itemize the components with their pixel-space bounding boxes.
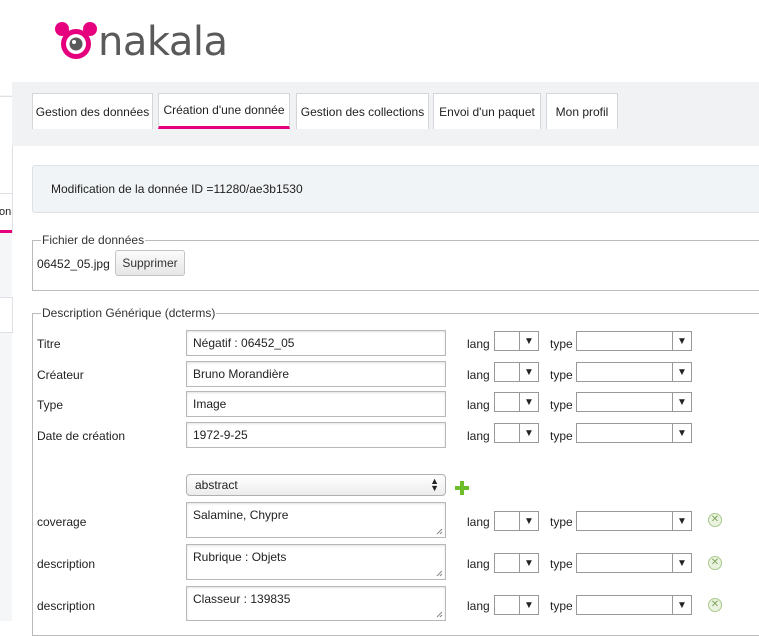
resize-grip-icon[interactable] [436,528,443,535]
type-input[interactable]: Image [186,391,446,417]
type-select[interactable]: ▼ [576,595,692,615]
lang-label: lang [467,398,490,412]
lang-select[interactable]: ▼ [494,595,539,615]
resize-grip-icon[interactable] [436,611,443,618]
tab-creation-donnee[interactable]: Création d'une donnée [158,93,290,129]
title-input[interactable]: Négatif : 06452_05 [186,330,446,356]
caret-down-icon: ▼ [519,332,538,350]
add-field-select[interactable]: abstract ▲ ▼ [186,474,446,496]
field-label: Date de création [37,429,126,443]
caret-down-icon: ▼ [672,332,691,350]
type-select[interactable]: ▼ [576,392,692,412]
caret-down-icon: ▼ [519,424,538,442]
caret-down-icon: ▼ [519,363,538,381]
sidebar-item[interactable]: on [0,193,13,233]
lang-select[interactable]: ▼ [494,511,539,531]
field-label: Titre [37,337,61,351]
delete-file-button[interactable]: Supprimer [115,250,185,276]
tab-envoi-paquet[interactable]: Envoi d'un paquet [433,93,541,129]
edit-info-box: Modification de la donnée ID =11280/ae3b… [32,165,759,213]
caret-down-icon: ▼ [672,363,691,381]
type-label: type [550,429,573,443]
type-select[interactable]: ▼ [576,553,692,573]
type-label: type [550,557,573,571]
type-label: type [550,398,573,412]
remove-circle-icon[interactable]: ✕ [708,513,722,527]
caret-down-icon: ▼ [519,554,538,572]
tab-gestion-collections[interactable]: Gestion des collections [296,93,429,129]
caret-down-icon: ▼ [519,512,538,530]
remove-circle-icon[interactable]: ✕ [708,556,722,570]
type-select[interactable]: ▼ [576,423,692,443]
lang-label: lang [467,557,490,571]
lang-select[interactable]: ▼ [494,553,539,573]
date-input[interactable]: 1972-9-25 [186,422,446,448]
caret-down-icon: ▼ [519,393,538,411]
file-fieldset-legend: Fichier de données [42,233,145,247]
field-label: description [37,557,96,571]
description-textarea[interactable]: Classeur : 139835 [186,586,446,621]
description-textarea[interactable]: Rubrique : Objets [186,544,446,580]
tab-gestion-donnees[interactable]: Gestion des données [32,93,153,129]
field-label: description [37,599,96,613]
lang-label: lang [467,599,490,613]
type-label: type [550,515,573,529]
field-label: Créateur [37,368,84,382]
sidebar-item-label: on [0,206,12,218]
creator-input[interactable]: Bruno Morandière [186,361,446,387]
type-select[interactable]: ▼ [576,331,692,351]
caret-down-icon: ▼ [519,596,538,614]
type-select[interactable]: ▼ [576,511,692,531]
description-value: Classeur : 139835 [193,592,291,606]
lang-select[interactable]: ▼ [494,423,539,443]
type-label: type [550,599,573,613]
add-field-select-value: abstract [195,478,238,492]
brand-logo-text[interactable]: nakala [98,20,228,64]
description-value: Rubrique : Objets [193,550,287,564]
lang-select[interactable]: ▼ [494,392,539,412]
caret-down-icon: ▼ [672,554,691,572]
type-label: type [550,337,573,351]
nakala-mascot-icon[interactable] [54,20,98,64]
sidebar-active-indicator [0,230,12,233]
file-name: 06452_05.jpg [37,257,110,271]
coverage-textarea[interactable]: Salamine, Chypre [186,502,446,538]
resize-grip-icon[interactable] [436,570,443,577]
lang-label: lang [467,368,490,382]
caret-down-icon: ▼ [672,424,691,442]
description-fieldset-legend: Description Générique (dcterms) [42,306,216,320]
type-label: type [550,368,573,382]
edit-info-text: Modification de la donnée ID =11280/ae3b… [51,182,303,196]
updown-arrows-icon: ▲ ▼ [430,476,439,493]
tab-mon-profil[interactable]: Mon profil [546,93,618,129]
lang-label: lang [467,429,490,443]
field-label: coverage [37,515,87,529]
caret-down-icon: ▼ [672,393,691,411]
caret-down-icon: ▼ [672,596,691,614]
field-label: Type [37,398,64,412]
lang-select[interactable]: ▼ [494,362,539,382]
caret-down-icon: ▼ [672,512,691,530]
lang-label: lang [467,337,490,351]
coverage-value: Salamine, Chypre [193,508,289,522]
lang-label: lang [467,515,490,529]
plus-icon[interactable] [455,481,469,495]
lang-select[interactable]: ▼ [494,331,539,351]
sidebar-card [0,297,13,333]
remove-circle-icon[interactable]: ✕ [708,598,722,612]
type-select[interactable]: ▼ [576,362,692,382]
